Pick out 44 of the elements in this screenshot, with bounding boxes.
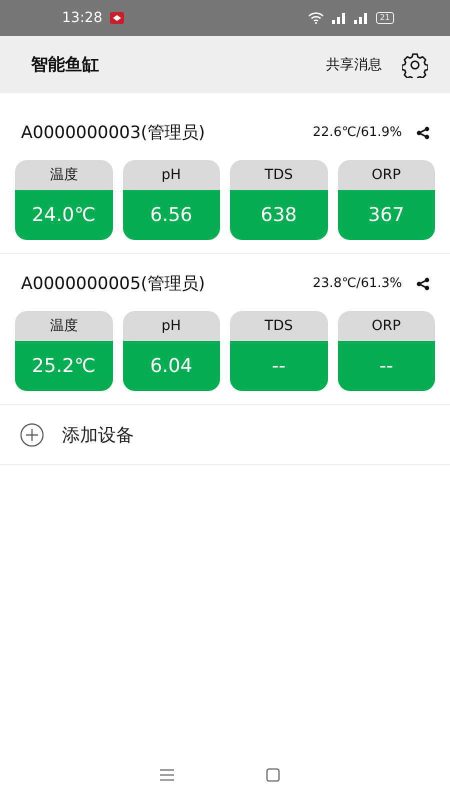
- reading-label: TDS: [230, 160, 328, 190]
- device-name: A0000000003(管理员): [21, 122, 206, 144]
- reading-tile[interactable]: pH 6.56: [122, 160, 220, 240]
- reading-tile[interactable]: ORP 367: [338, 160, 435, 240]
- home-icon[interactable]: [265, 768, 281, 782]
- add-device-row[interactable]: 添加设备: [0, 405, 450, 465]
- reading-value: 6.56: [122, 190, 220, 240]
- share-messages-button[interactable]: 共享消息: [326, 56, 382, 74]
- add-device-label: 添加设备: [62, 424, 134, 446]
- device-name: A0000000005(管理员): [21, 273, 206, 295]
- menu-icon[interactable]: [159, 768, 175, 782]
- reading-tile[interactable]: TDS --: [230, 311, 328, 391]
- app-title: 智能鱼缸: [31, 54, 99, 76]
- reading-tile[interactable]: 温度 24.0℃: [15, 160, 112, 240]
- reading-value: 6.04: [122, 341, 220, 391]
- reading-label: pH: [122, 311, 220, 341]
- reading-tile[interactable]: TDS 638: [230, 160, 328, 240]
- signal-icon: [354, 12, 368, 24]
- reading-value: --: [338, 341, 435, 391]
- share-icon[interactable]: [416, 276, 430, 290]
- reading-tile[interactable]: pH 6.04: [122, 311, 220, 391]
- reading-label: TDS: [230, 311, 328, 341]
- reading-label: 温度: [15, 311, 112, 341]
- status-time: 13:28: [62, 10, 102, 26]
- signal-icon: [332, 12, 346, 24]
- share-icon[interactable]: [416, 126, 430, 140]
- reading-value: --: [230, 341, 328, 391]
- reading-tile[interactable]: 温度 25.2℃: [15, 311, 112, 391]
- battery-icon: 21: [376, 12, 394, 24]
- settings-icon[interactable]: [402, 52, 428, 78]
- reading-value: 24.0℃: [15, 190, 112, 240]
- wifi-icon: [308, 12, 324, 24]
- temperature-humidity: 22.6℃/61.9%: [312, 125, 402, 140]
- reading-label: ORP: [338, 160, 435, 190]
- reading-value: 25.2℃: [15, 341, 112, 391]
- reading-value: 638: [230, 190, 328, 240]
- app-notification-icon: [110, 12, 124, 24]
- reading-tile[interactable]: ORP --: [338, 311, 435, 391]
- temperature-humidity: 23.8℃/61.3%: [312, 276, 402, 291]
- add-icon: [20, 422, 44, 446]
- reading-label: ORP: [338, 311, 435, 341]
- reading-label: 温度: [15, 160, 112, 190]
- reading-label: pH: [122, 160, 220, 190]
- reading-value: 367: [338, 190, 435, 240]
